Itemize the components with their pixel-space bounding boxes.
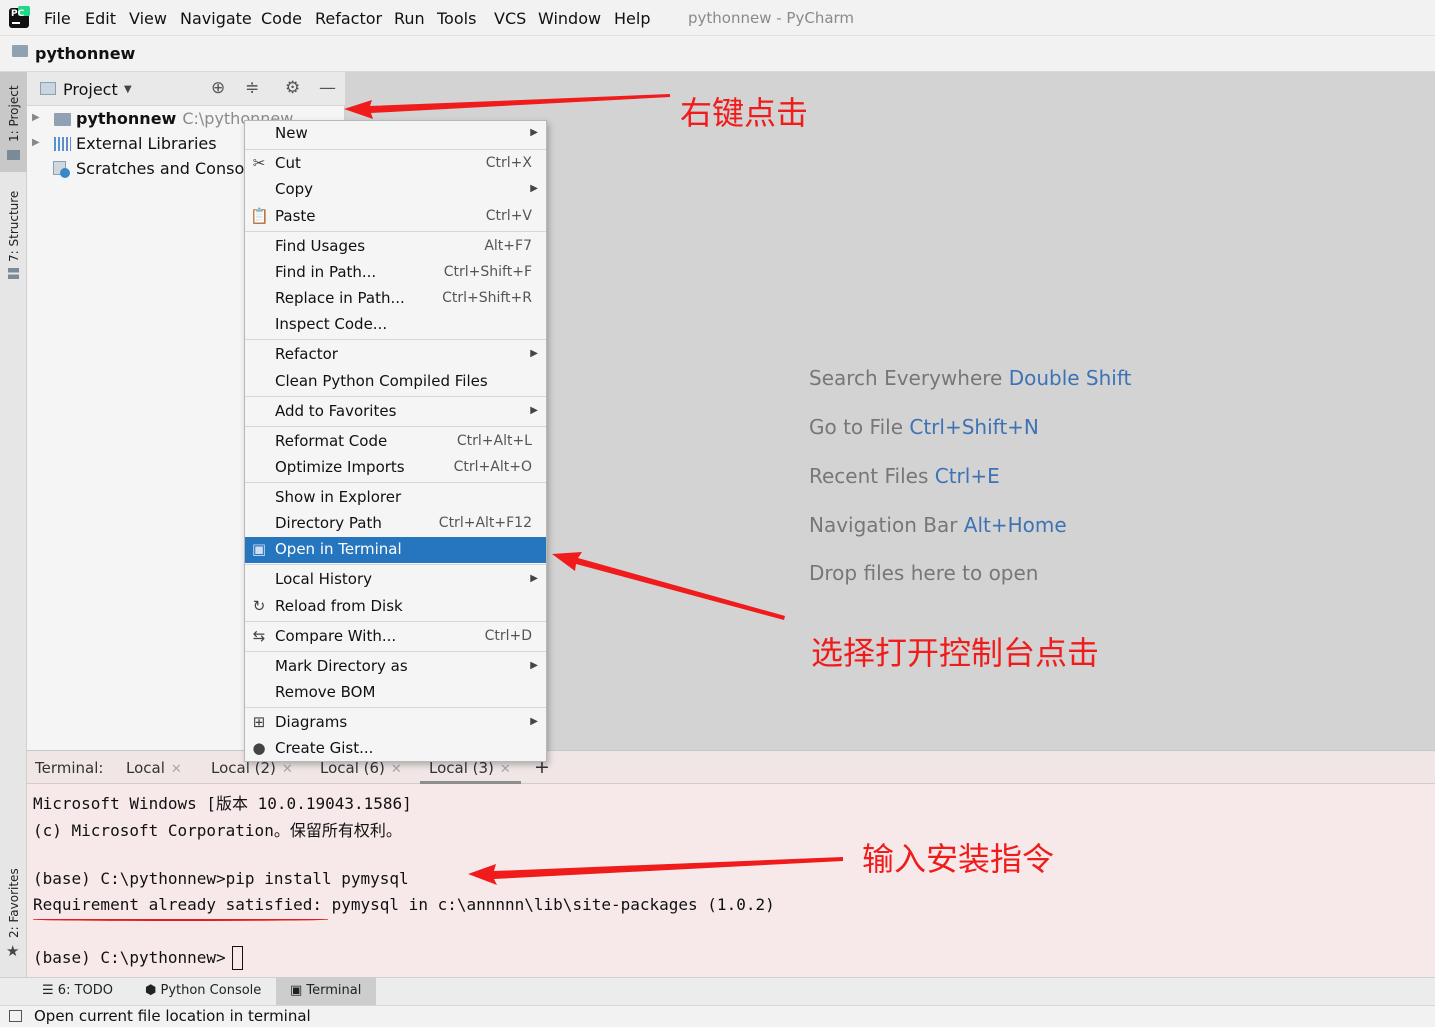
python-console-tool-button[interactable]: ⬢ Python Console <box>145 983 261 998</box>
arrow-to-project <box>344 94 670 119</box>
annotation-arrows <box>344 94 843 885</box>
status-toggle-icon[interactable] <box>9 1010 22 1022</box>
terminal-tool-button[interactable]: ▣ Terminal <box>290 983 361 998</box>
terminal-icon: ▣ <box>290 983 307 998</box>
python-icon: ⬢ <box>145 983 161 998</box>
annotation-install-command: 输入安装指令 <box>862 840 1055 878</box>
arrow-to-command <box>468 857 843 885</box>
todo-tool-button[interactable]: ☰ 6: TODO <box>42 983 113 998</box>
annotation-open-terminal: 选择打开控制台点击 <box>811 634 1100 672</box>
list-icon: ☰ <box>42 983 58 998</box>
arrow-to-open-terminal <box>552 552 785 620</box>
annotation-right-click: 右键点击 <box>680 94 809 132</box>
status-text: Open current file location in terminal <box>34 1007 311 1025</box>
